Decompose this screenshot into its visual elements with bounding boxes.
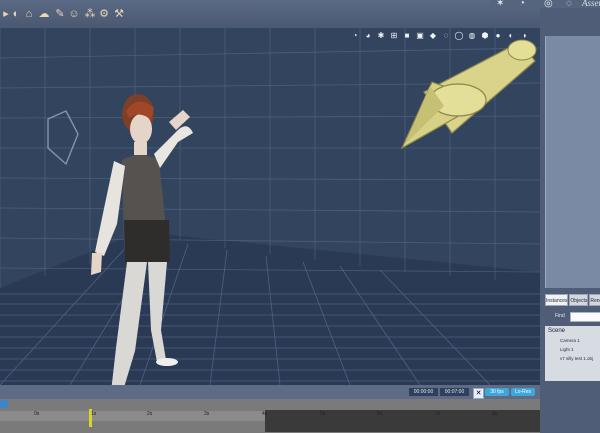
toolbar-icon-6[interactable]: ☺: [68, 8, 80, 20]
view-icon-7[interactable]: ◆: [428, 31, 438, 41]
playback-toggle-icon[interactable]: ✕: [473, 388, 484, 399]
fps-pill[interactable]: 30 fps: [485, 388, 509, 396]
tab-objects[interactable]: Objects: [569, 294, 589, 306]
panel-upper: [545, 36, 600, 288]
time-start: 00:00:00: [409, 388, 438, 396]
view-icon-5[interactable]: ■: [402, 31, 412, 41]
toolbar-icon-5[interactable]: ✎: [54, 8, 66, 20]
view-icon-12[interactable]: ●: [493, 31, 503, 41]
view-icon-6[interactable]: ▣: [415, 31, 425, 41]
tick-8: 8s: [492, 411, 498, 417]
toolbar-icon-9[interactable]: ⚒: [113, 8, 125, 20]
right-panel: Instances Objects Rende Find Scene Camer…: [540, 8, 600, 433]
scene-graphics: [0, 28, 540, 385]
find-label: Find: [555, 313, 565, 319]
transport-bar: 00:00:00 00:07:00 ✕ 30 fps Lo-Res: [0, 385, 540, 399]
scene-item-camera[interactable]: Camera 1: [560, 338, 580, 343]
light-gizmo: [400, 39, 537, 150]
tick-5: 5s: [320, 411, 326, 417]
view-icon-14[interactable]: ◑: [519, 31, 529, 41]
right-header: ✶ ◔ ◎ ◌ Assem: [490, 0, 600, 9]
scene-item-model[interactable]: v7 silly test 1.obj: [560, 356, 593, 361]
timeline: 0s 1s 2s 3s 4s 5s 6s 7s 8s: [0, 399, 540, 433]
tick-3: 3s: [204, 411, 210, 417]
view-icon-4[interactable]: ⊞: [389, 31, 399, 41]
view-icon-9[interactable]: ◯: [454, 31, 464, 41]
tab-instances[interactable]: Instances: [545, 294, 569, 306]
view-icon-10[interactable]: ◍: [467, 31, 477, 41]
time-end: 00:07:00: [440, 388, 469, 396]
tick-4: 4s: [262, 411, 268, 417]
tick-2: 2s: [147, 411, 153, 417]
view-icon-2[interactable]: ◕: [363, 31, 373, 41]
timeline-left-icon[interactable]: [0, 400, 8, 408]
3d-viewport[interactable]: ◔ ◕ ✱ ⊞ ■ ▣ ◆ ◌ ◯ ◍ ⬢ ● ◐ ◑: [0, 28, 540, 385]
view-icon-11[interactable]: ⬢: [480, 31, 490, 41]
toolbar-icon-3[interactable]: ⌂: [23, 8, 35, 20]
tick-7: 7s: [435, 411, 441, 417]
header-label: Assem: [582, 0, 600, 8]
find-input[interactable]: [570, 312, 600, 322]
view-icon-8[interactable]: ◌: [441, 31, 451, 41]
toolbar-icon-2[interactable]: ◐: [10, 8, 22, 20]
view-icon-3[interactable]: ✱: [376, 31, 386, 41]
scene-tabs: Instances Objects Rende: [545, 294, 600, 306]
viewport-toolbar: ◔ ◕ ✱ ⊞ ■ ▣ ◆ ◌ ◯ ◍ ⬢ ● ◐ ◑: [350, 30, 540, 42]
tick-1: 1s: [91, 411, 97, 417]
header-icon-2[interactable]: ◔: [519, 0, 525, 9]
timeline-dark-region: [265, 410, 540, 432]
view-icon-1[interactable]: ◔: [350, 31, 360, 41]
scene-list: Scene Camera 1 Light 1 v7 silly test 1.o…: [545, 326, 600, 381]
lores-pill[interactable]: Lo-Res: [511, 388, 535, 396]
find-row: Find: [545, 312, 600, 322]
tick-0: 0s: [34, 411, 40, 417]
header-icon-1[interactable]: ✶: [496, 0, 504, 9]
toolbar-icon-8[interactable]: ⚙: [98, 8, 110, 20]
scene-title: Scene: [548, 328, 566, 334]
scene-item-light[interactable]: Light 1: [560, 347, 574, 352]
view-icon-13[interactable]: ◐: [506, 31, 516, 41]
tab-render[interactable]: Rende: [589, 294, 600, 306]
tick-6: 6s: [377, 411, 383, 417]
toolbar-icon-4[interactable]: ☁: [38, 8, 50, 20]
toolbar-icon-7[interactable]: ⁂: [84, 8, 96, 20]
main-toolbar: ▸ ◐ ⌂ ☁ ✎ ☺ ⁂ ⚙ ⚒: [0, 0, 540, 28]
